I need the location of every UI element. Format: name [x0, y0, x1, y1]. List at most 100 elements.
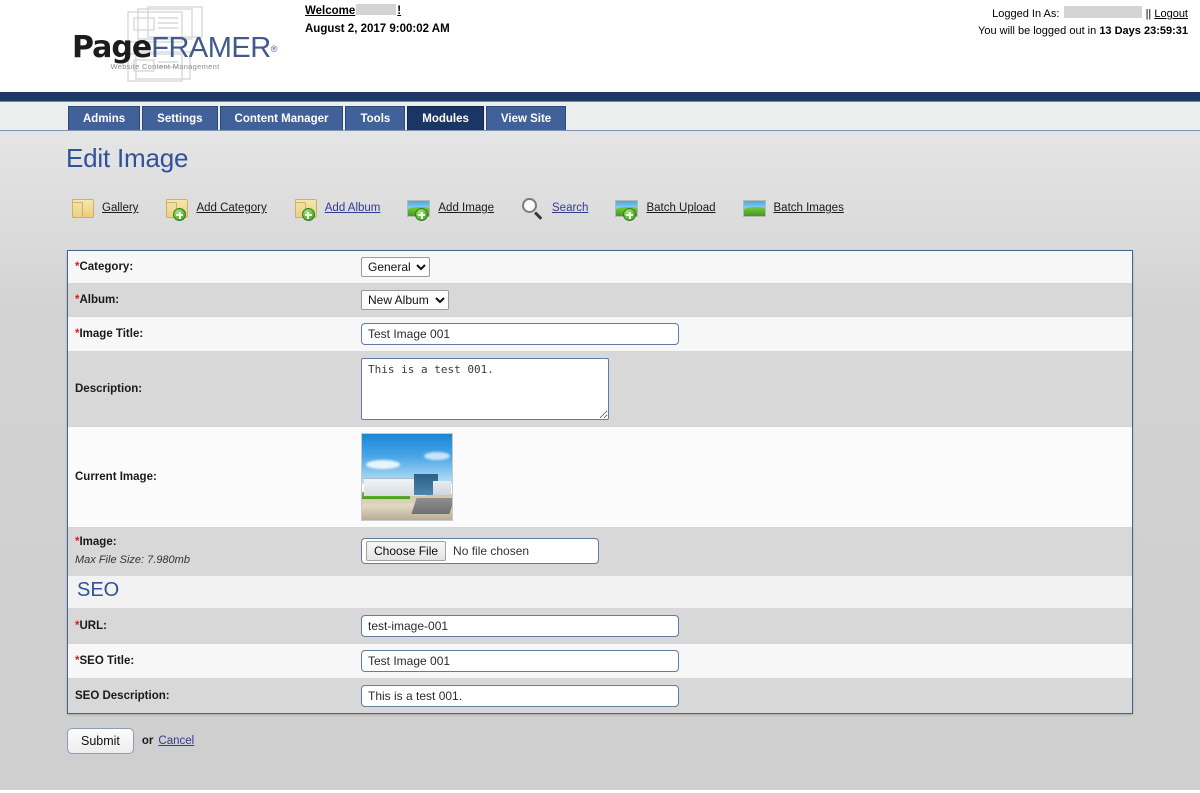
field-description: This is a test 001. [356, 352, 1132, 426]
label-text-seo-description: SEO Description: [75, 689, 170, 702]
image-icon [742, 196, 768, 220]
logout-notice-prefix: You will be logged out in [978, 25, 1097, 37]
label-album: * Album: [68, 284, 356, 316]
toolbar-item-batch-upload[interactable]: Batch Upload [614, 196, 716, 221]
welcome-suffix: ! [397, 5, 402, 17]
logout-link[interactable]: Logout [1154, 8, 1188, 20]
field-seo-title [356, 644, 1132, 678]
label-url: * URL: [68, 609, 356, 643]
toolbar-item-batch-images[interactable]: Batch Images [742, 196, 844, 220]
field-current-image [356, 427, 1132, 527]
seo-description-input[interactable] [361, 684, 679, 707]
image-title-input[interactable] [361, 323, 679, 345]
label-image-title: * Image Title: [68, 317, 356, 351]
form-row-seo-description: SEO Description: [68, 678, 1132, 713]
nav-tab-admins[interactable]: Admins [68, 106, 141, 130]
url-input[interactable] [361, 614, 679, 637]
nav-tab-settings[interactable]: Settings [142, 106, 218, 130]
cancel-link[interactable]: Cancel [158, 735, 194, 747]
toolbar-item-search[interactable]: Search [520, 196, 588, 220]
form-row-current-image: Current Image: [68, 427, 1132, 528]
welcome-label[interactable]: Welcome [305, 5, 355, 17]
label-category: * Category: [68, 251, 356, 283]
welcome-line: Welcome! [305, 4, 450, 17]
form-row-category: * Category: General [68, 251, 1132, 284]
choose-file-button[interactable]: Choose File [366, 541, 447, 562]
toolbar-item-add-category[interactable]: Add Category [164, 196, 267, 221]
label-text-album: Album: [79, 294, 120, 306]
label-text-url: URL: [79, 619, 107, 632]
form-row-url: * URL: [68, 608, 1132, 644]
label-text-seo-title: SEO Title: [79, 654, 135, 667]
toolbar-item-gallery[interactable]: Gallery [70, 196, 138, 220]
label-image-upload: *Image: Max File Size: 7.980mb [68, 528, 356, 575]
label-text-category: Category: [79, 261, 134, 273]
page-title: Edit Image [66, 143, 189, 173]
label-text-image-title: Image Title: [79, 328, 144, 340]
logo-registered-mark: ® [270, 44, 278, 54]
form-row-seo-title: * SEO Title: [68, 643, 1132, 679]
seo-section-heading: SEO [68, 575, 1132, 609]
toolbar-item-add-image[interactable]: Add Image [406, 196, 495, 221]
redacted-username [356, 4, 397, 15]
toolbar-label-gallery: Gallery [102, 202, 139, 214]
logo-tagline: Website Content Management [110, 62, 220, 71]
form-row-image-upload: *Image: Max File Size: 7.980mb Choose Fi… [68, 528, 1132, 576]
logged-in-line: Logged In As: || Logout [978, 6, 1188, 20]
label-seo-title: * SEO Title: [68, 644, 356, 678]
field-url [356, 609, 1132, 643]
label-text-description: Description: [75, 383, 143, 395]
or-label: or [141, 734, 154, 747]
edit-image-form-panel: * Category: General * Album: New Album * Im… [67, 250, 1133, 714]
submit-button[interactable]: Submit [67, 727, 134, 754]
header-divider-bar [0, 92, 1200, 102]
toolbar-label-add-category: Add Category [196, 202, 267, 214]
field-category: General [356, 251, 1132, 283]
gallery-toolbar: Gallery Add Category Add Album Add Image [70, 196, 1200, 221]
field-image-title [356, 317, 1132, 351]
nav-tab-view-site[interactable]: View Site [485, 106, 567, 130]
file-input-wrapper[interactable]: Choose File No file chosen [361, 538, 599, 565]
album-select[interactable]: New Album [361, 290, 449, 310]
nav-tab-modules[interactable]: Modules [407, 106, 484, 130]
folder-icon [70, 196, 96, 220]
form-row-image-title: * Image Title: [68, 317, 1132, 352]
label-text-current-image: Current Image: [75, 471, 157, 483]
login-separator: || [1145, 8, 1152, 20]
current-datetime: August 2, 2017 9:00:02 AM [305, 23, 450, 35]
label-seo-description: SEO Description: [68, 679, 356, 713]
logo-word-framer: FRAMER [151, 32, 271, 64]
welcome-block: Welcome! August 2, 2017 9:00:02 AM [305, 4, 450, 35]
current-image-thumbnail [361, 433, 453, 521]
page-header: PageFRAMER® Website Content Management W… [0, 0, 1200, 92]
form-actions: Submit or Cancel [67, 727, 1200, 754]
toolbar-label-add-image: Add Image [438, 202, 495, 214]
form-row-album: * Album: New Album [68, 284, 1132, 317]
logo-word-page: Page [72, 30, 152, 65]
toolbar-label-batch-images: Batch Images [773, 202, 844, 214]
description-textarea[interactable]: This is a test 001. [361, 358, 609, 420]
label-description: Description: [68, 352, 356, 426]
search-icon [520, 196, 546, 220]
logo-wordmark: PageFRAMER® [72, 30, 277, 65]
logout-countdown: 13 Days 23:59:31 [1099, 25, 1188, 37]
nav-tab-content-manager[interactable]: Content Manager [219, 106, 344, 130]
pageframer-logo: PageFRAMER® Website Content Management [72, 6, 277, 84]
max-file-size-note: Max File Size: 7.980mb [75, 553, 190, 566]
toolbar-item-add-album[interactable]: Add Album [293, 196, 381, 221]
image-add-icon [406, 196, 432, 221]
nav-tab-tools[interactable]: Tools [345, 106, 406, 130]
logout-countdown-line: You will be logged out in 13 Days 23:59:… [978, 25, 1188, 37]
toolbar-label-search: Search [552, 202, 589, 214]
form-row-description: Description: This is a test 001. [68, 352, 1132, 427]
field-seo-description [356, 679, 1132, 713]
toolbar-label-add-album: Add Album [324, 202, 381, 214]
main-content: Edit Image Gallery Add Category Add Albu… [0, 131, 1200, 790]
field-image-upload: Choose File No file chosen [356, 528, 1132, 575]
category-select[interactable]: General [361, 257, 430, 277]
field-album: New Album [356, 284, 1132, 316]
folder-add-icon [293, 196, 319, 221]
image-add-icon [614, 196, 640, 221]
seo-title-input[interactable] [361, 649, 679, 672]
main-nav-tabs: Admins Settings Content Manager Tools Module… [0, 102, 1200, 131]
